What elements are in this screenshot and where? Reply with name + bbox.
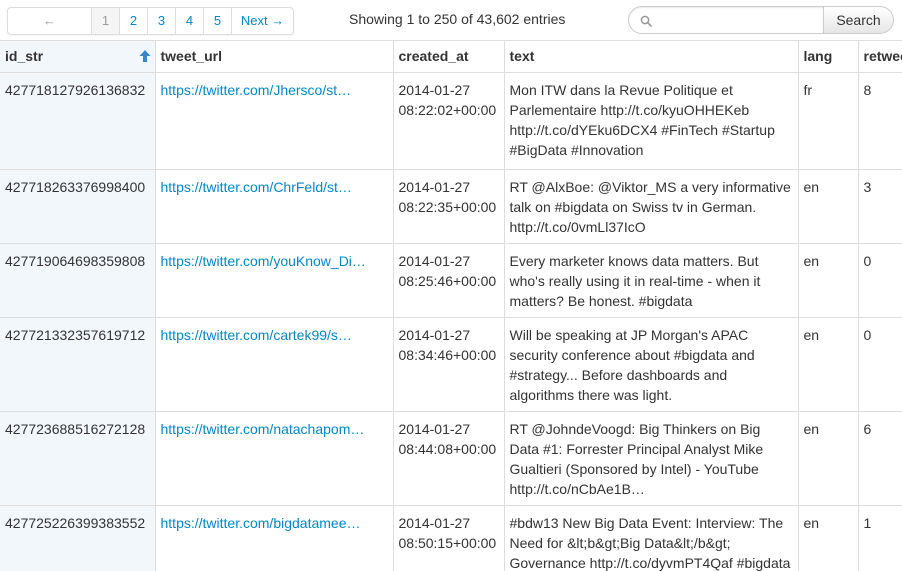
cell-tweet-url: https://twitter.com/bigdatamee… bbox=[154, 505, 393, 571]
cell-lang: en bbox=[797, 317, 858, 412]
created-at-time: 08:25:46+00:00 bbox=[398, 273, 497, 289]
cell-created-at: 2014-01-27 08:44:08+00:00 bbox=[392, 411, 504, 506]
cell-created-at: 2014-01-27 08:25:46+00:00 bbox=[392, 243, 504, 318]
cell-text: #bdw13 New Big Data Event: Interview: Th… bbox=[503, 505, 798, 571]
column-header-text[interactable]: text bbox=[503, 40, 798, 73]
page-4-button[interactable]: 4 bbox=[175, 8, 203, 34]
table-row: 427723688516272128 https://twitter.com/na… bbox=[0, 411, 902, 506]
created-at-time: 08:50:15+00:00 bbox=[398, 535, 497, 551]
cell-id-str: 427719064698359808 bbox=[0, 243, 155, 318]
page-5-button[interactable]: 5 bbox=[203, 8, 231, 34]
cell-created-at: 2014-01-27 08:50:15+00:00 bbox=[392, 505, 504, 571]
search-button[interactable]: Search bbox=[824, 6, 894, 34]
cell-id-str: 427725226399383552 bbox=[0, 505, 155, 571]
cell-lang: fr bbox=[797, 72, 858, 170]
data-table: id_str tweet_url created_at text lang re… bbox=[0, 40, 902, 571]
table-row: 427721332357619712 https://twitter.com/ca… bbox=[0, 317, 902, 412]
tweet-url-link[interactable]: https://twitter.com/youKnow_Di… bbox=[161, 253, 366, 269]
created-at-date: 2014-01-27 bbox=[398, 327, 471, 343]
tweet-url-link[interactable]: https://twitter.com/Jhersco/st… bbox=[161, 82, 352, 98]
next-page-button[interactable]: Next → bbox=[231, 8, 293, 34]
cell-tweet-url: https://twitter.com/Jhersco/st… bbox=[154, 72, 393, 170]
cell-retweet-count: 8 bbox=[857, 72, 902, 170]
cell-retweet-count: 3 bbox=[857, 169, 902, 244]
table-header-row: id_str tweet_url created_at text lang re… bbox=[0, 40, 902, 73]
cell-text: Mon ITW dans la Revue Politique et Parle… bbox=[503, 72, 798, 170]
cell-created-at: 2014-01-27 08:22:35+00:00 bbox=[392, 169, 504, 244]
column-header-tweet-url[interactable]: tweet_url bbox=[154, 40, 393, 73]
tweet-url-link[interactable]: https://twitter.com/bigdatamee… bbox=[161, 515, 361, 531]
cell-retweet-count: 0 bbox=[857, 317, 902, 412]
cell-id-str: 427718127926136832 bbox=[0, 72, 155, 170]
created-at-date: 2014-01-27 bbox=[398, 515, 471, 531]
table-row: 427719064698359808 https://twitter.com/yo… bbox=[0, 243, 902, 318]
created-at-date: 2014-01-27 bbox=[398, 82, 471, 98]
created-at-time: 08:44:08+00:00 bbox=[398, 441, 497, 457]
page-1-button[interactable]: 1 bbox=[91, 8, 119, 34]
cell-lang: en bbox=[797, 411, 858, 506]
cell-created-at: 2014-01-27 08:34:46+00:00 bbox=[392, 317, 504, 412]
page-3-button[interactable]: 3 bbox=[147, 8, 175, 34]
cell-lang: en bbox=[797, 505, 858, 571]
tweet-url-link[interactable]: https://twitter.com/natachapom… bbox=[161, 421, 365, 437]
created-at-time: 08:22:35+00:00 bbox=[398, 199, 497, 215]
cell-retweet-count: 0 bbox=[857, 243, 902, 318]
sort-up-arrow-icon bbox=[139, 50, 150, 62]
created-at-time: 08:22:02+00:00 bbox=[398, 102, 497, 118]
created-at-date: 2014-01-27 bbox=[398, 253, 471, 269]
table-row: 427725226399383552 https://twitter.com/bi… bbox=[0, 505, 902, 571]
cell-text: RT @AlxBoe: @Viktor_MS a very informativ… bbox=[503, 169, 798, 244]
created-at-time: 08:34:46+00:00 bbox=[398, 347, 497, 363]
created-at-date: 2014-01-27 bbox=[398, 179, 471, 195]
tweet-url-link[interactable]: https://twitter.com/cartek99/s… bbox=[161, 327, 352, 343]
cell-retweet-count: 6 bbox=[857, 411, 902, 506]
cell-created-at: 2014-01-27 08:22:02+00:00 bbox=[392, 72, 504, 170]
cell-tweet-url: https://twitter.com/natachapom… bbox=[154, 411, 393, 506]
previous-page-button[interactable]: ← Previous bbox=[8, 8, 91, 54]
pagination: ← Previous 1 2 3 4 5 Next → bbox=[7, 7, 294, 54]
cell-text: Every marketer knows data matters. But w… bbox=[503, 243, 798, 318]
cell-id-str: 427718263376998400 bbox=[0, 169, 155, 244]
search-input[interactable] bbox=[657, 10, 821, 32]
column-header-id-str[interactable]: id_str bbox=[0, 40, 155, 73]
cell-text: Will be speaking at JP Morgan's APAC sec… bbox=[503, 317, 798, 412]
cell-tweet-url: https://twitter.com/ChrFeld/st… bbox=[154, 169, 393, 244]
entries-info: Showing 1 to 250 of 43,602 entries bbox=[349, 11, 566, 27]
cell-lang: en bbox=[797, 243, 858, 318]
search-form: Search bbox=[628, 6, 894, 34]
data-table-container: id_str tweet_url created_at text lang re… bbox=[0, 40, 902, 571]
table-row: 427718263376998400 https://twitter.com/Ch… bbox=[0, 169, 902, 244]
cell-text: RT @JohndeVoogd: Big Thinkers on Big Dat… bbox=[503, 411, 798, 506]
table-row: 427718127926136832 https://twitter.com/Jh… bbox=[0, 72, 902, 170]
page-2-button[interactable]: 2 bbox=[119, 8, 147, 34]
search-field[interactable] bbox=[628, 6, 824, 34]
cell-id-str: 427721332357619712 bbox=[0, 317, 155, 412]
cell-tweet-url: https://twitter.com/cartek99/s… bbox=[154, 317, 393, 412]
search-icon bbox=[640, 15, 652, 27]
cell-id-str: 427723688516272128 bbox=[0, 411, 155, 506]
column-header-label: id_str bbox=[5, 48, 44, 64]
tweet-url-link[interactable]: https://twitter.com/ChrFeld/st… bbox=[161, 179, 352, 195]
cell-retweet-count: 1 bbox=[857, 505, 902, 571]
column-header-lang[interactable]: lang bbox=[797, 40, 858, 73]
column-header-retweet-count[interactable]: retweet_count bbox=[857, 40, 902, 73]
created-at-date: 2014-01-27 bbox=[398, 421, 471, 437]
column-header-created-at[interactable]: created_at bbox=[392, 40, 504, 73]
cell-lang: en bbox=[797, 169, 858, 244]
cell-tweet-url: https://twitter.com/youKnow_Di… bbox=[154, 243, 393, 318]
